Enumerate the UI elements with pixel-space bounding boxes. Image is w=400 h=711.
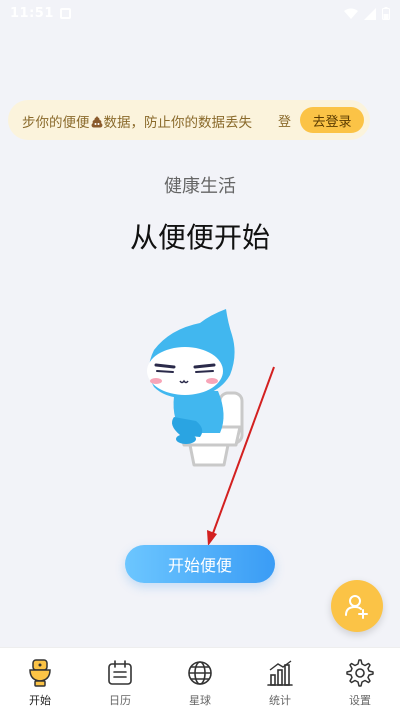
tab-label: 日历 — [109, 694, 131, 707]
globe-icon — [188, 661, 212, 685]
add-user-icon — [345, 595, 368, 619]
poop-icon — [90, 115, 104, 133]
login-banner: 步你的便便 数据，防止你的数据丢失 登 去登录 — [8, 100, 370, 140]
tab-label: 开始 — [29, 694, 51, 707]
hero-subtitle: 健康生活 — [164, 176, 236, 197]
battery-icon — [382, 7, 390, 20]
mascot-illustration — [147, 309, 244, 467]
banner-clipped-text: 登 — [278, 115, 292, 130]
status-icons — [344, 7, 390, 20]
tab-calendar[interactable]: 日历 — [80, 648, 160, 711]
bottom-tab-bar: 开始 日历 星球 统计 设置 — [0, 647, 400, 711]
hero-headline: 从便便开始 — [129, 221, 270, 254]
tab-planet[interactable]: 星球 — [160, 648, 240, 711]
add-user-button[interactable] — [331, 580, 383, 632]
start-button[interactable]: 开始便便 — [125, 545, 275, 583]
tab-label: 统计 — [269, 694, 291, 707]
login-button[interactable]: 去登录 — [300, 107, 364, 133]
banner-text: 步你的便便 数据，防止你的数据丢失 — [22, 115, 252, 133]
wifi-icon — [344, 8, 358, 19]
tab-label: 设置 — [349, 694, 371, 707]
status-bar: 11:51 — [0, 0, 400, 28]
tab-stats[interactable]: 统计 — [240, 648, 320, 711]
chart-icon — [267, 660, 293, 686]
notification-icon — [60, 8, 71, 19]
tab-label: 星球 — [189, 694, 211, 707]
tab-start[interactable]: 开始 — [0, 648, 80, 711]
gear-icon — [346, 659, 374, 687]
signal-icon — [364, 7, 376, 20]
toilet-icon — [29, 659, 51, 687]
calendar-icon — [108, 660, 132, 685]
tab-settings[interactable]: 设置 — [320, 648, 400, 711]
status-time: 11:51 — [10, 6, 54, 21]
